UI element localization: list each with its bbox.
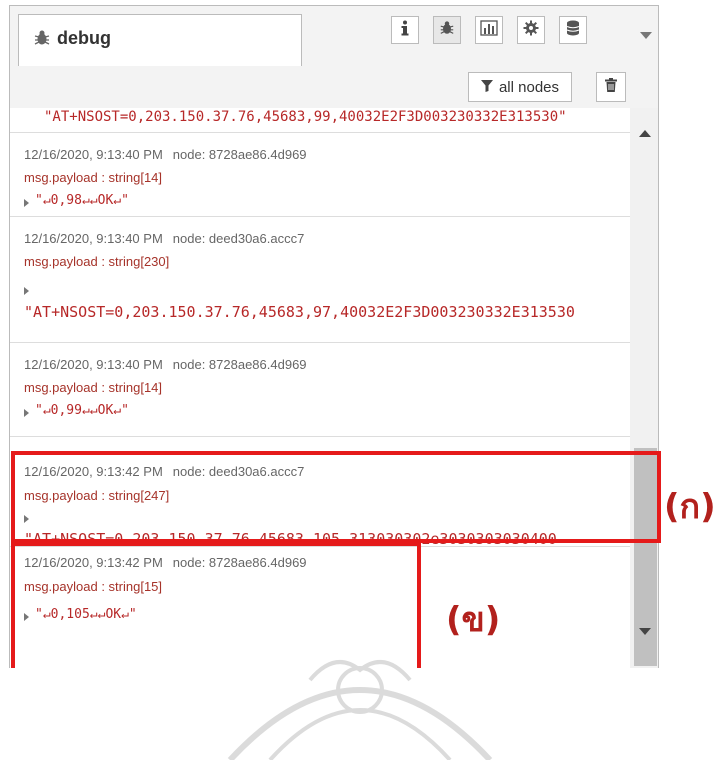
message-node[interactable]: node: deed30a6.accc7	[173, 231, 305, 246]
database-icon	[566, 20, 580, 41]
annotation-box-b	[11, 542, 421, 668]
debug-toolbar: all nodes	[10, 66, 658, 109]
bar-chart-icon	[480, 19, 498, 41]
scroll-up-arrow-icon[interactable]	[639, 130, 651, 137]
dashboard-button[interactable]	[475, 16, 503, 44]
annotation-label-a: (ก)	[664, 487, 716, 527]
expand-caret-icon[interactable]	[24, 199, 29, 207]
gear-icon	[523, 20, 539, 41]
message-topic: msg.payload : string[230]	[24, 254, 170, 269]
trash-icon	[605, 77, 617, 97]
annotation-label-b: (ข)	[446, 600, 501, 640]
filter-icon	[480, 79, 493, 96]
bug-icon	[33, 29, 51, 47]
message-meta: 12/16/2020, 9:13:40 PM node: 8728ae86.4d9…	[24, 357, 307, 372]
scroll-down-arrow-icon[interactable]	[639, 628, 651, 635]
debug-button[interactable]	[433, 16, 461, 44]
message-meta: 12/16/2020, 9:13:40 PM node: deed30a6.acc…	[24, 231, 304, 246]
filter-button[interactable]: all nodes	[468, 72, 572, 102]
tab-label: debug	[57, 28, 111, 48]
message-node[interactable]: node: 8728ae86.4d969	[173, 147, 307, 162]
annotation-box-a	[11, 451, 661, 543]
message-value[interactable]: "↵0,98↵↵OK↵"	[35, 193, 129, 208]
chevron-down-icon[interactable]	[640, 32, 652, 39]
bug-icon	[439, 20, 455, 41]
list-item[interactable]: 12/16/2020, 9:13:40 PM node: 8728ae86.4d9…	[10, 133, 630, 217]
message-value[interactable]: "↵0,99↵↵OK↵"	[35, 403, 129, 418]
clear-button[interactable]	[596, 72, 626, 102]
list-item[interactable]: 12/16/2020, 9:13:40 PM node: deed30a6.acc…	[10, 217, 630, 343]
scrollbar[interactable]	[630, 108, 658, 668]
expand-caret-icon[interactable]	[24, 287, 29, 295]
tab-debug[interactable]: debug	[18, 14, 302, 66]
message-value: "AT+NSOST=0,203.150.37.76,45683,99,40032…	[44, 109, 567, 125]
settings-button[interactable]	[517, 16, 545, 44]
message-node[interactable]: node: 8728ae86.4d969	[173, 357, 307, 372]
context-data-button[interactable]	[559, 16, 587, 44]
message-timestamp: 12/16/2020, 9:13:40 PM	[24, 147, 163, 162]
info-button[interactable]	[391, 16, 419, 44]
panel-header: debug	[10, 6, 658, 67]
list-item[interactable]: "AT+NSOST=0,203.150.37.76,45683,99,40032…	[10, 108, 630, 133]
filter-label: all nodes	[498, 78, 560, 96]
info-icon	[400, 20, 410, 41]
message-value[interactable]: "AT+NSOST=0,203.150.37.76,45683,97,40032…	[24, 303, 575, 321]
message-timestamp: 12/16/2020, 9:13:40 PM	[24, 231, 163, 246]
message-meta: 12/16/2020, 9:13:40 PM node: 8728ae86.4d9…	[24, 147, 307, 162]
list-item[interactable]: 12/16/2020, 9:13:40 PM node: 8728ae86.4d9…	[10, 343, 630, 437]
message-topic: msg.payload : string[14]	[24, 170, 163, 185]
expand-caret-icon[interactable]	[24, 409, 29, 417]
message-topic: msg.payload : string[14]	[24, 380, 163, 395]
message-timestamp: 12/16/2020, 9:13:40 PM	[24, 357, 163, 372]
